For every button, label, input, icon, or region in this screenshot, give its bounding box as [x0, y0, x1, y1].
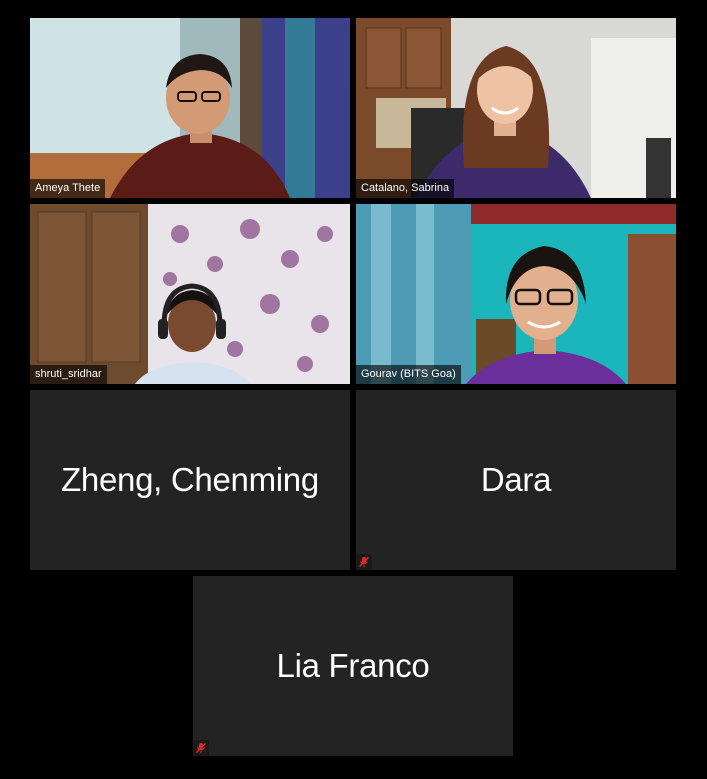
name-tile-dara[interactable]: Dara	[356, 390, 676, 570]
participant-name: Zheng, Chenming	[61, 461, 319, 498]
video-feed	[356, 18, 676, 198]
microphone-muted-icon	[356, 554, 372, 570]
participant-name-label: Gourav (BITS Goa)	[356, 365, 461, 384]
participant-name-label: Ameya Thete	[30, 179, 106, 198]
name-tile-lia[interactable]: Lia Franco	[193, 576, 513, 756]
video-feed	[30, 18, 350, 198]
video-tile-gourav[interactable]: Gourav (BITS Goa)	[356, 204, 676, 384]
video-feed	[356, 204, 676, 384]
participant-name: Lia Franco	[276, 647, 430, 684]
participant-name-label: shruti_sridhar	[30, 365, 107, 384]
name-tile-zheng[interactable]: Zheng, Chenming	[30, 390, 350, 570]
video-tile-ameya[interactable]: Ameya Thete	[30, 18, 350, 198]
participant-name-label: Catalano, Sabrina	[356, 179, 455, 198]
participant-name: Dara	[480, 461, 552, 498]
video-feed	[30, 204, 350, 384]
microphone-muted-icon	[193, 740, 209, 756]
video-tile-shruti[interactable]: shruti_sridhar	[30, 204, 350, 384]
video-tile-sabrina[interactable]: Catalano, Sabrina	[356, 18, 676, 198]
